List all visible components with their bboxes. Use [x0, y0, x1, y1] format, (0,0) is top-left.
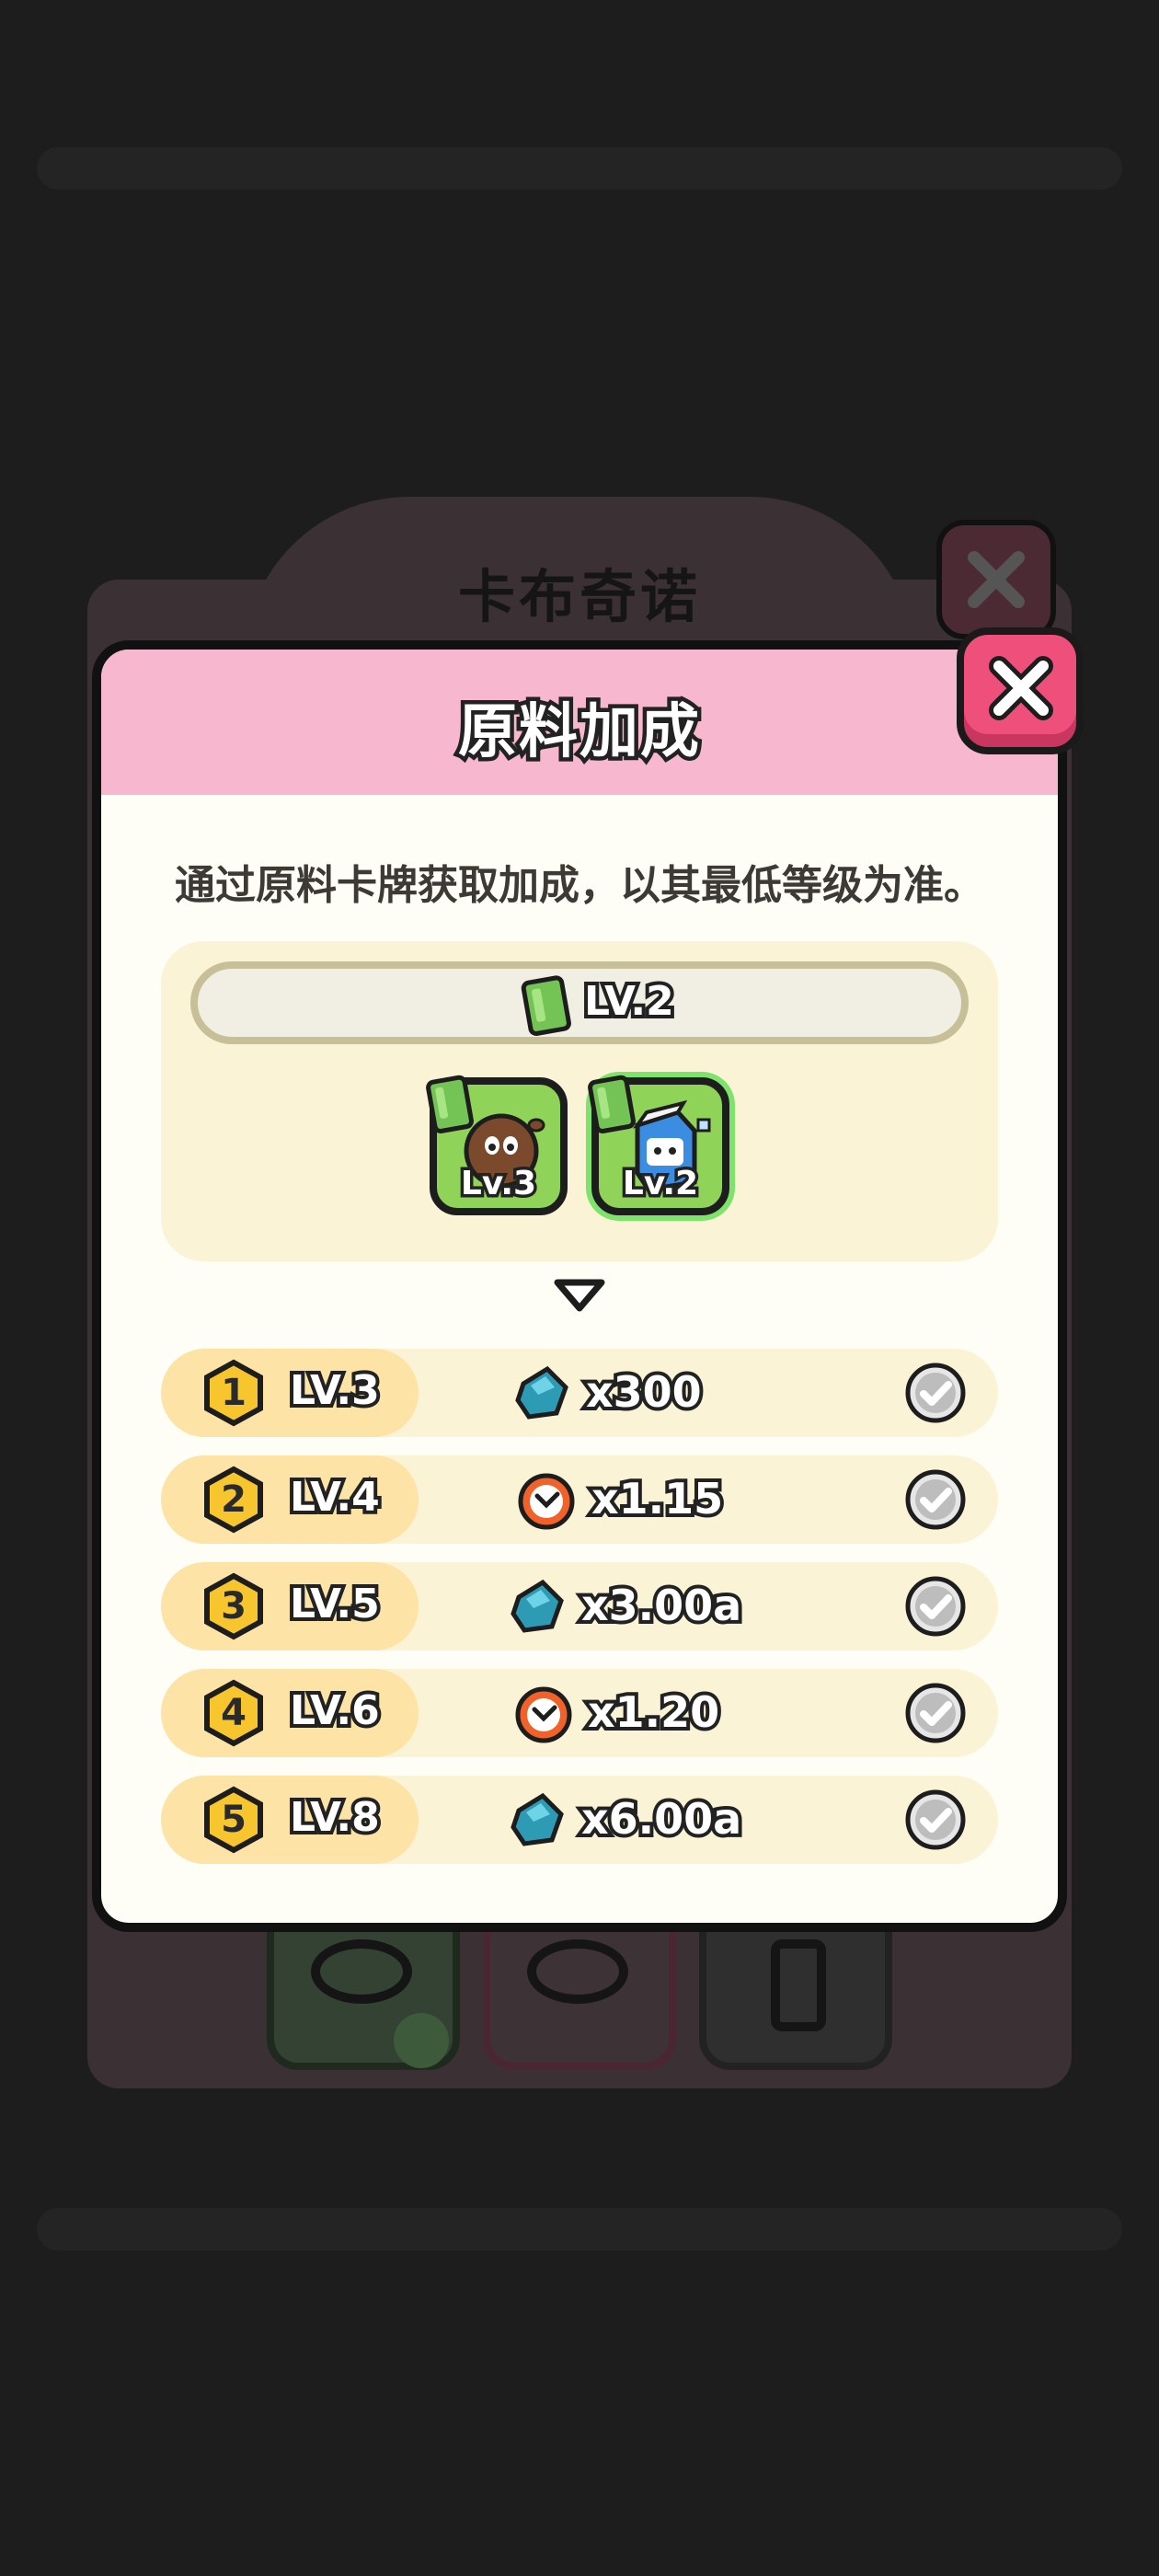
ingredient-card-milk[interactable]: Lv.2 [588, 1075, 729, 1215]
bonus-reward: x300 [582, 1363, 706, 1420]
bonus-row-level: 4 LV.6 [161, 1669, 419, 1757]
bonus-row-level: 1 LV.3 [161, 1349, 419, 1437]
bonus-reward: x3.00a [578, 1577, 745, 1634]
check-circle-icon [905, 1789, 966, 1850]
bonus-row-level: 3 LV.5 [161, 1562, 419, 1650]
dialog-header: 原料加成 [101, 650, 1058, 795]
bg-stripe [37, 2208, 1122, 2250]
bonus-row-level: 2 LV.4 [161, 1455, 419, 1544]
bonus-level: LV.4 [286, 1470, 384, 1524]
bonus-level: LV.8 [286, 1790, 384, 1845]
cup-icon [527, 1939, 628, 2004]
close-icon [968, 551, 1025, 608]
ingredient-card-level: Lv.2 [619, 1162, 701, 1206]
bonus-row: 2 LV.4 x1.15 [161, 1455, 998, 1544]
check-circle-icon [905, 1363, 966, 1423]
bonus-level: LV.3 [286, 1363, 384, 1418]
check-circle-icon [905, 1469, 966, 1530]
check-circle-icon [905, 1683, 966, 1743]
clock-icon [518, 1473, 575, 1530]
gem-icon [511, 1792, 564, 1846]
bonus-row: 3 LV.5 x3.00a [161, 1562, 998, 1650]
bonus-reward: x1.15 [588, 1470, 727, 1527]
card-icon [521, 975, 571, 1036]
bonus-reward: x6.00a [578, 1790, 745, 1847]
bonus-level: LV.6 [286, 1684, 384, 1738]
cup-icon [311, 1939, 412, 2004]
check-circle-icon [905, 1576, 966, 1637]
ingredient-panel: LV.2 Lv.3 Lv.2 [161, 941, 998, 1261]
ingredient-card-coffee[interactable]: Lv.3 [426, 1075, 568, 1215]
bg-stripe [37, 147, 1122, 190]
close-icon [989, 656, 1053, 720]
gem-icon [515, 1365, 568, 1420]
current-level-pill: LV.2 [190, 961, 969, 1044]
bonus-index: 1 [221, 1372, 247, 1414]
bonus-row: 4 LV.6 x1.20 [161, 1669, 998, 1757]
ingredient-card-level: Lv.3 [457, 1162, 539, 1206]
bonus-row-level: 5 LV.8 [161, 1776, 419, 1864]
bonus-index: 3 [221, 1585, 247, 1627]
bonus-index: 2 [221, 1478, 247, 1521]
bg-close-button [936, 520, 1056, 639]
bonus-level: LV.5 [286, 1577, 384, 1631]
bonus-index: 4 [221, 1692, 247, 1734]
chevron-down-icon [554, 1279, 605, 1312]
card-badge-icon [588, 1075, 636, 1133]
gem-icon [511, 1579, 564, 1633]
bonus-reward: x1.20 [584, 1684, 723, 1741]
current-level-text: LV.2 [580, 974, 678, 1029]
ingredient-bonus-dialog: 原料加成 通过原料卡牌获取加成，以其最低等级为准。 LV.2 Lv.3 Lv.2… [92, 640, 1067, 1932]
dialog-title: 原料加成 [454, 695, 704, 771]
dialog-description: 通过原料卡牌获取加成，以其最低等级为准。 [175, 862, 984, 909]
bonus-row: 1 LV.3 x300 [161, 1349, 998, 1437]
check-icon [394, 2013, 449, 2068]
close-button[interactable] [957, 627, 1084, 754]
bonus-row: 5 LV.8 x6.00a [161, 1776, 998, 1864]
clock-icon [515, 1686, 572, 1743]
bonus-index: 5 [221, 1799, 247, 1841]
cup-icon [771, 1939, 826, 2031]
card-badge-icon [426, 1075, 474, 1133]
